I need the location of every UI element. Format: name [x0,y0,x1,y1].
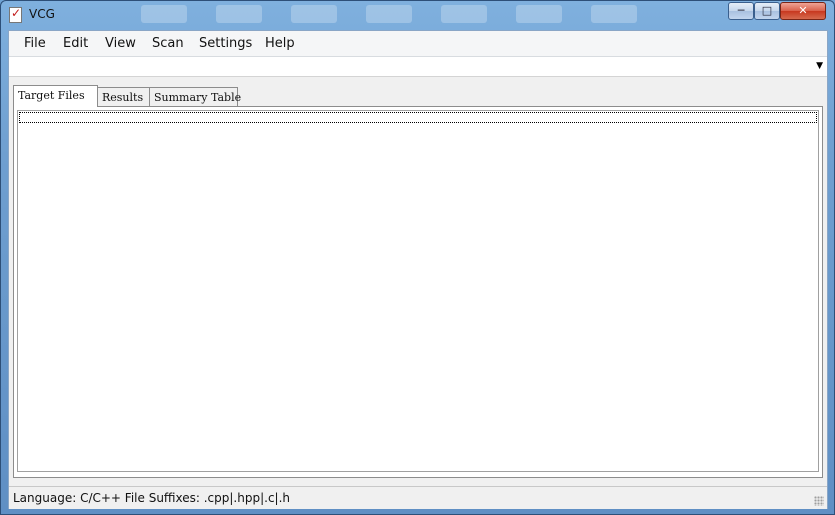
menu-file[interactable]: File [24,36,46,51]
taskbar-thumbnail-decoration [591,5,637,23]
menu-help[interactable]: Help [265,36,295,51]
client-area: File Edit View Scan Settings Help ▼ Targ… [8,30,828,509]
size-grip-icon[interactable] [814,496,824,506]
target-files-panel [13,106,823,478]
menu-bar: File Edit View Scan Settings Help [9,31,827,57]
taskbar-thumbnail-decoration [366,5,412,23]
maximize-button[interactable]: □ [754,2,780,20]
taskbar-thumbnail-decoration [141,5,187,23]
menu-view[interactable]: View [105,36,136,51]
tab-results[interactable]: Results [97,87,150,106]
menu-edit[interactable]: Edit [63,36,88,51]
list-focus-row[interactable] [19,112,817,123]
tab-summary-table[interactable]: Summary Table [149,87,241,106]
taskbar-thumbnail-decoration [516,5,562,23]
menu-settings[interactable]: Settings [199,36,252,51]
minimize-button[interactable]: ─ [728,2,754,20]
taskbar-thumbnail-decoration [216,5,262,23]
search-combobox[interactable]: ▼ [9,57,827,77]
taskbar-thumbnail-decoration [291,5,337,23]
title-bar[interactable]: VCG ─ □ ✕ [1,1,834,29]
app-window: VCG ─ □ ✕ File Edit View Scan Settings H… [0,0,835,515]
taskbar-thumbnail-decoration [441,5,487,23]
app-icon [9,6,22,23]
chevron-down-icon[interactable]: ▼ [816,61,823,71]
window-title: VCG [29,7,55,21]
status-bar: Language: C/C++ File Suffixes: .cpp|.hpp… [9,486,827,509]
target-files-list[interactable] [17,110,819,472]
status-text: Language: C/C++ File Suffixes: .cpp|.hpp… [13,491,291,505]
tab-target-files[interactable]: Target Files [13,85,98,107]
menu-scan[interactable]: Scan [152,36,184,51]
close-button[interactable]: ✕ [780,2,826,20]
